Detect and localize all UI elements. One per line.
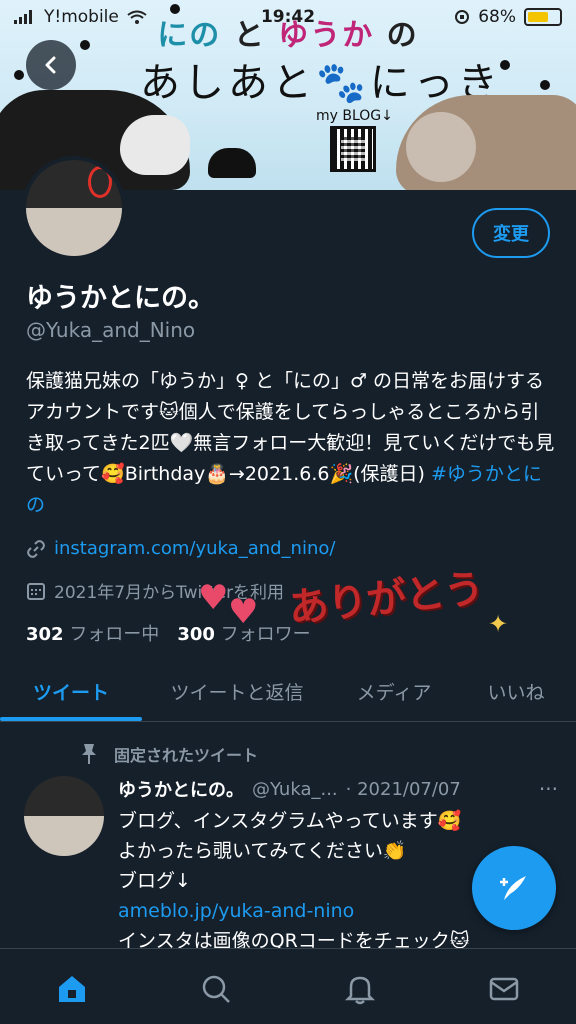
rotation-lock-icon	[455, 10, 470, 24]
nav-messages[interactable]	[474, 969, 534, 1009]
battery-percent: 68%	[478, 7, 516, 27]
tab-tweets[interactable]: ツイート	[0, 662, 142, 721]
display-name: ゆうかとにの。	[26, 283, 215, 314]
nav-search[interactable]	[186, 969, 246, 1009]
tweet-avatar[interactable]	[24, 776, 104, 856]
paw-icon	[540, 80, 550, 90]
tab-tweets-and-replies[interactable]: ツイートと返信	[142, 662, 332, 721]
compose-tweet-button[interactable]	[472, 846, 556, 930]
status-right: 68%	[454, 7, 562, 27]
home-icon	[59, 976, 85, 1002]
calendar-icon	[27, 582, 45, 600]
wifi-icon	[127, 10, 147, 24]
bell-icon	[344, 976, 376, 1005]
nav-notifications[interactable]	[330, 969, 390, 1009]
following-link[interactable]: 302 フォロー中	[26, 620, 159, 646]
profile-tabs: ツイート ツイートと返信 メディア いいね	[0, 662, 576, 722]
search-icon	[202, 975, 230, 1003]
tweet-author-name: ゆうかとにの。	[118, 780, 244, 801]
back-icon	[45, 56, 56, 74]
signal-icon	[14, 10, 32, 24]
overlay-sticker-text: ありがとう	[286, 565, 486, 633]
nav-home[interactable]	[42, 969, 102, 1009]
sparkle-icon: ✦	[488, 610, 509, 638]
tab-likes[interactable]: いいね	[456, 662, 576, 721]
tweet-author-handle: @Yuka_...	[252, 778, 338, 800]
pinned-indicator: 固定されたツイート	[80, 742, 258, 766]
following-label: フォロー中	[69, 624, 160, 645]
blog-label: my BLOG↓	[316, 108, 393, 124]
paw-icon	[80, 40, 90, 50]
user-handle: @Yuka_and_Nino	[26, 318, 196, 342]
tweet-date: · 2021/07/07	[345, 778, 461, 800]
profile-bio: 保護猫兄妹の「ゆうか」♀ と「にの」♂ の日常をお届けするアカウントです🐱個人で…	[26, 366, 556, 521]
compose-icon	[500, 876, 526, 900]
profile-avatar[interactable]	[22, 156, 126, 260]
tweet-more-button[interactable]: ···	[539, 777, 558, 801]
mail-icon	[489, 977, 519, 1001]
qr-code	[330, 126, 376, 172]
pinned-label: 固定されたツイート	[114, 746, 259, 765]
cat-face-right	[406, 112, 476, 182]
avatar-decoration	[88, 166, 112, 198]
battery-icon	[524, 8, 562, 26]
followers-label: フォロワー	[220, 624, 311, 645]
tweet-header: ゆうかとにの。 @Yuka_... · 2021/07/07 ···	[118, 776, 558, 802]
cat-silhouette	[208, 148, 256, 178]
edit-profile-button[interactable]: 変更	[472, 208, 550, 258]
cat-face-left	[120, 115, 190, 175]
back-button[interactable]	[26, 40, 76, 90]
profile-link-text[interactable]: instagram.com/yuka_and_nino/	[54, 538, 335, 559]
battery-level	[528, 12, 549, 22]
followers-link[interactable]: 300 フォロワー	[177, 620, 310, 646]
tweet-line: ブログ、インスタグラムやっています🥰	[118, 810, 462, 832]
pin-icon	[82, 744, 96, 764]
follow-stats: 302 フォロー中 300 フォロワー	[26, 620, 311, 646]
bottom-navigation	[0, 948, 576, 1024]
link-icon	[27, 539, 45, 558]
paw-icon	[14, 70, 24, 80]
tab-media[interactable]: メディア	[332, 662, 456, 721]
heart-icon: ♥	[198, 578, 229, 618]
carrier-name: Y!mobile	[44, 7, 119, 27]
status-left: Y!mobile	[14, 7, 147, 27]
status-bar: Y!mobile 19:42 68%	[0, 0, 576, 34]
profile-link[interactable]: instagram.com/yuka_and_nino/	[26, 538, 335, 559]
paw-icon	[500, 60, 510, 70]
followers-count: 300	[177, 624, 215, 645]
following-count: 302	[26, 624, 64, 645]
